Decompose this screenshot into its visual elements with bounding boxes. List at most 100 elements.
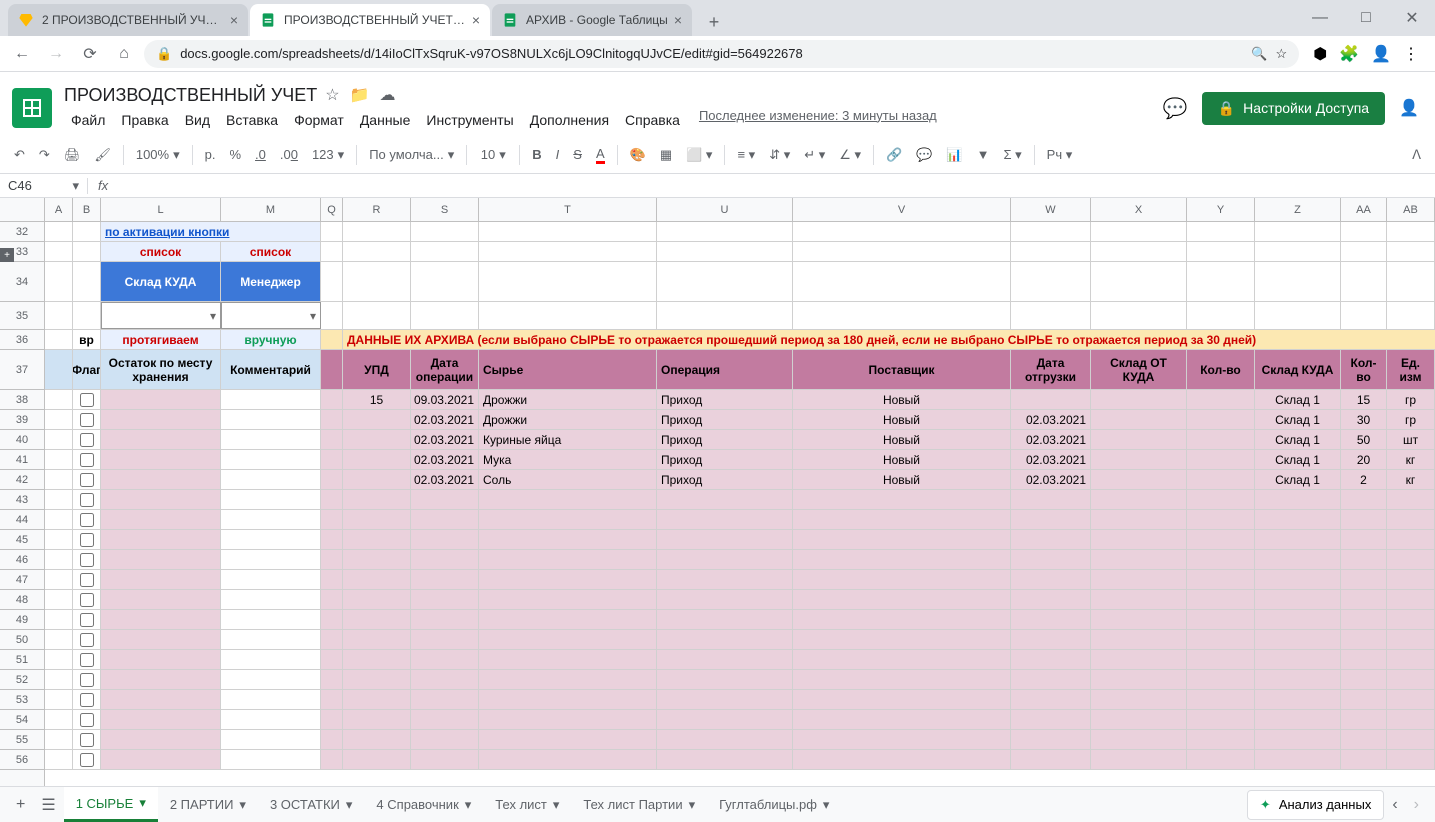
row-header[interactable]: 40 <box>0 430 44 450</box>
wrap-button[interactable]: ↵ ▾ <box>798 143 831 167</box>
cell[interactable] <box>793 750 1011 769</box>
cell[interactable]: ДАННЫЕ ИХ АРХИВА (если выбрано СЫРЬЕ то … <box>343 330 1435 349</box>
url-input[interactable]: 🔒 docs.google.com/spreadsheets/d/14iIoCl… <box>144 40 1299 68</box>
cell[interactable] <box>343 670 411 689</box>
cell[interactable]: Сырье <box>479 350 657 389</box>
cell[interactable]: Новый <box>793 430 1011 449</box>
cell[interactable]: 02.03.2021 <box>411 430 479 449</box>
cell[interactable]: 02.03.2021 <box>411 470 479 489</box>
cell[interactable] <box>321 242 343 261</box>
cell[interactable]: список <box>101 242 221 261</box>
cell[interactable] <box>343 470 411 489</box>
account-icon[interactable]: 👤 <box>1399 98 1419 118</box>
cell[interactable] <box>1255 670 1341 689</box>
cell[interactable] <box>1091 690 1187 709</box>
cell[interactable] <box>1387 650 1435 669</box>
row-header[interactable]: 52 <box>0 670 44 690</box>
cell[interactable] <box>793 730 1011 749</box>
cell[interactable] <box>343 262 411 301</box>
percent-button[interactable]: % <box>223 143 247 166</box>
cell[interactable] <box>45 690 73 709</box>
cell[interactable]: вручную <box>221 330 321 349</box>
row-header[interactable]: 34 <box>0 262 44 302</box>
cell[interactable] <box>1011 590 1091 609</box>
cell[interactable]: 30 <box>1341 410 1387 429</box>
cell[interactable] <box>479 730 657 749</box>
flag-checkbox[interactable] <box>73 490 101 509</box>
menu-data[interactable]: Данные <box>353 108 418 132</box>
column-header[interactable]: Z <box>1255 198 1341 221</box>
cell[interactable] <box>1091 710 1187 729</box>
cell[interactable]: Менеджер <box>221 262 321 301</box>
fill-color-button[interactable]: 🎨 <box>624 143 652 167</box>
cell[interactable] <box>793 630 1011 649</box>
cell[interactable] <box>479 530 657 549</box>
zoom-dropdown[interactable]: 100% ▾ <box>130 143 186 167</box>
cell[interactable] <box>321 302 343 329</box>
cell[interactable] <box>1387 242 1435 261</box>
cell[interactable] <box>1255 690 1341 709</box>
paint-format-button[interactable]: 🖌 <box>88 143 117 167</box>
cell[interactable] <box>343 590 411 609</box>
row-header[interactable]: 49 <box>0 610 44 630</box>
document-title[interactable]: ПРОИЗВОДСТВЕННЫЙ УЧЕТ <box>64 85 317 106</box>
cell[interactable] <box>1341 302 1387 329</box>
cell[interactable]: Новый <box>793 450 1011 469</box>
cell[interactable] <box>221 410 321 429</box>
cell[interactable] <box>657 242 793 261</box>
scroll-left-button[interactable]: ‹ <box>1384 790 1405 820</box>
column-header[interactable]: M <box>221 198 321 221</box>
cell[interactable] <box>1387 750 1435 769</box>
cell[interactable] <box>45 510 73 529</box>
cell[interactable] <box>221 490 321 509</box>
cell[interactable] <box>1341 490 1387 509</box>
scroll-right-button[interactable]: › <box>1406 790 1427 820</box>
menu-insert[interactable]: Вставка <box>219 108 285 132</box>
cell[interactable] <box>1387 690 1435 709</box>
valign-button[interactable]: ⇵ ▾ <box>763 143 796 167</box>
cell[interactable]: Новый <box>793 470 1011 489</box>
cell[interactable] <box>1187 450 1255 469</box>
cell[interactable] <box>793 670 1011 689</box>
minimize-button[interactable]: — <box>1297 0 1343 36</box>
cell[interactable] <box>321 450 343 469</box>
row-header[interactable]: 32 <box>0 222 44 242</box>
cell[interactable] <box>45 670 73 689</box>
cell[interactable] <box>1255 222 1341 241</box>
cell[interactable] <box>657 630 793 649</box>
cell[interactable] <box>221 510 321 529</box>
cell[interactable] <box>1187 650 1255 669</box>
cell[interactable] <box>343 222 411 241</box>
cell[interactable] <box>101 630 221 649</box>
cell[interactable] <box>321 262 343 301</box>
flag-checkbox[interactable] <box>73 530 101 549</box>
cell[interactable]: Дрожжи <box>479 410 657 429</box>
cell[interactable] <box>657 510 793 529</box>
cell[interactable] <box>1011 510 1091 529</box>
cell[interactable] <box>101 390 221 409</box>
profile-icon[interactable]: 👤 <box>1371 44 1391 64</box>
column-header[interactable]: AB <box>1387 198 1435 221</box>
cell[interactable] <box>411 750 479 769</box>
cell[interactable] <box>343 242 411 261</box>
zoom-icon[interactable]: 🔍 <box>1251 46 1267 62</box>
column-header[interactable]: B <box>73 198 101 221</box>
cell[interactable]: УПД <box>343 350 411 389</box>
cell[interactable]: Новый <box>793 410 1011 429</box>
row-header[interactable]: 45 <box>0 530 44 550</box>
cell[interactable] <box>1091 450 1187 469</box>
flag-checkbox[interactable] <box>73 470 101 489</box>
cell[interactable] <box>657 530 793 549</box>
cell[interactable] <box>221 550 321 569</box>
forward-button[interactable]: → <box>42 40 70 68</box>
cell[interactable] <box>45 490 73 509</box>
maximize-button[interactable]: □ <box>1343 0 1389 36</box>
cloud-icon[interactable]: ☁ <box>380 85 396 105</box>
cell[interactable] <box>321 330 343 349</box>
cell[interactable] <box>45 650 73 669</box>
cell[interactable] <box>479 490 657 509</box>
borders-button[interactable]: ▦ <box>654 143 678 167</box>
cell[interactable] <box>1255 730 1341 749</box>
cell[interactable] <box>1091 390 1187 409</box>
cell[interactable] <box>1091 570 1187 589</box>
